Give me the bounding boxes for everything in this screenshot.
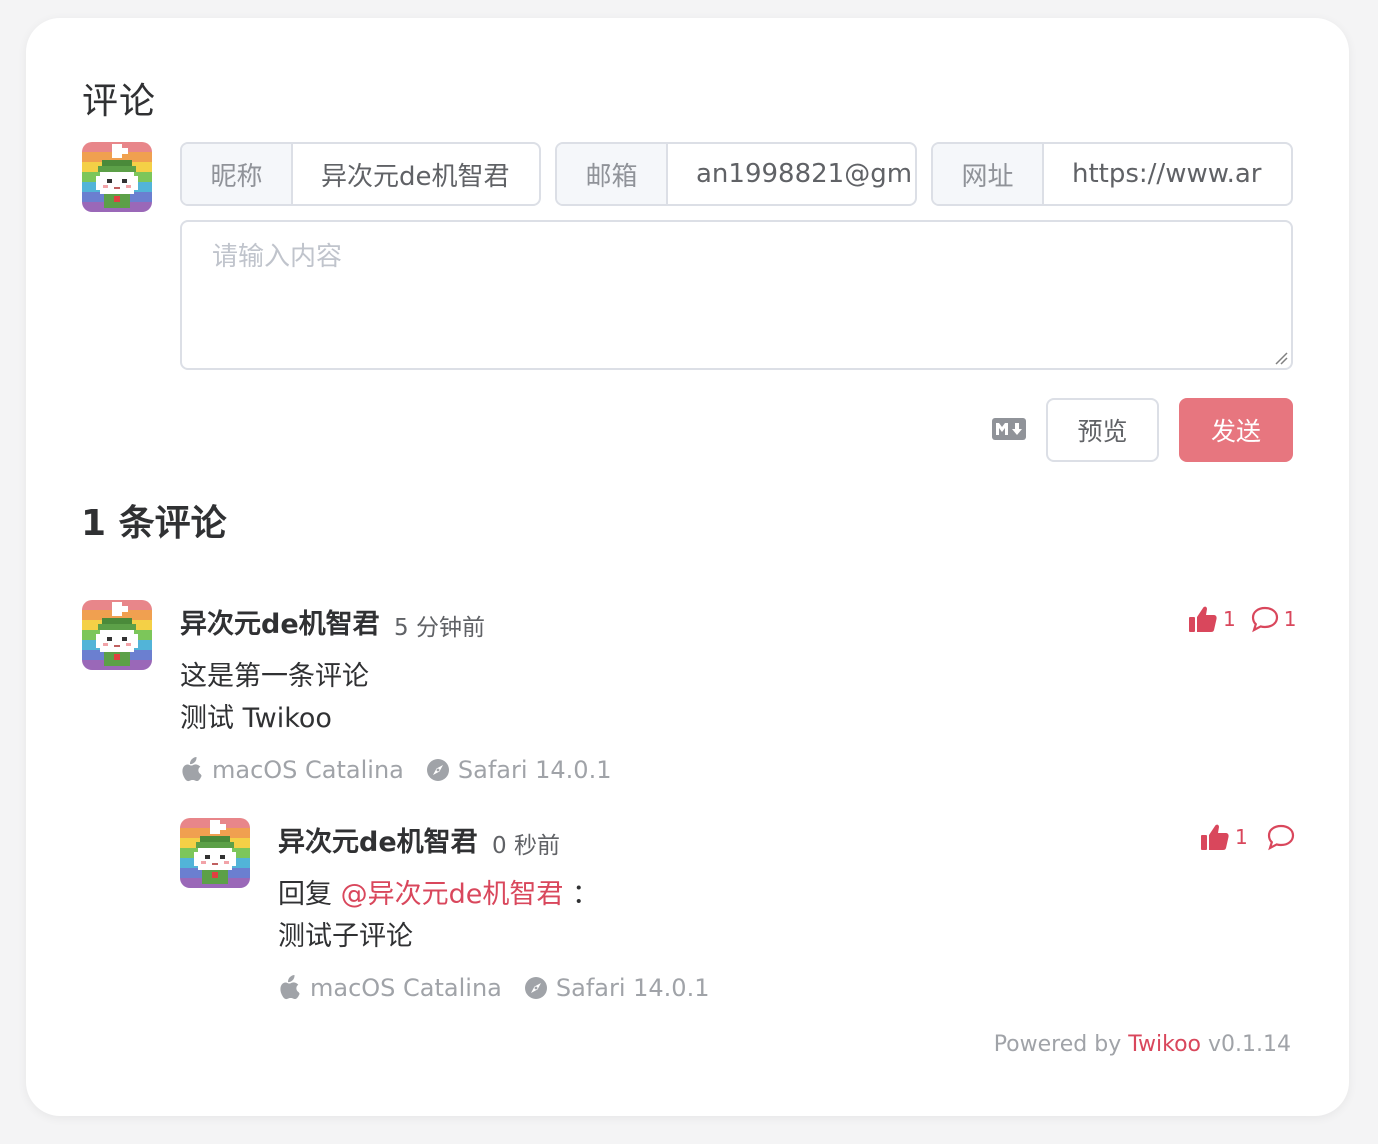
- comment-bubble-icon: [1251, 606, 1278, 633]
- comment-meta: macOS Catalina Safari 14.0.1: [180, 756, 611, 784]
- like-button[interactable]: 1: [1199, 822, 1248, 852]
- comment-form-title: 评论: [82, 81, 157, 122]
- thumbs-up-icon: [1189, 606, 1217, 632]
- link-label: 网址: [933, 144, 1044, 204]
- comment-os: macOS Catalina: [212, 756, 404, 784]
- reply-suffix: ：: [571, 879, 599, 910]
- comment-bubble-icon: [1267, 824, 1294, 851]
- reply-meta: macOS Catalina Safari 14.0.1: [278, 974, 709, 1002]
- mail-input[interactable]: an1998821@gm: [668, 144, 915, 204]
- avatar: [82, 142, 152, 212]
- comment-time: 5 分钟前: [394, 615, 485, 641]
- mail-input-group: 邮箱 an1998821@gm: [555, 142, 917, 206]
- safari-compass-icon: [426, 759, 449, 781]
- reply-browser: Safari 14.0.1: [555, 974, 710, 1002]
- thumbs-up-icon: [1201, 824, 1229, 850]
- comment-card: 评论 昵称 异次元de机智君 邮箱 an1998821@gm 网址 https:…: [26, 18, 1349, 1116]
- apple-icon: [280, 975, 300, 1000]
- nick-input[interactable]: 异次元de机智君: [293, 144, 539, 204]
- reply-button[interactable]: [1266, 823, 1296, 851]
- reply-nick[interactable]: 异次元de机智君: [278, 820, 478, 859]
- reply-time: 0 秒前: [492, 833, 560, 859]
- powered-by: Powered by Twikoo v0.1.14: [994, 1032, 1291, 1057]
- comment-count: 1 条评论: [81, 503, 227, 544]
- twikoo-version: v0.1.14: [1208, 1032, 1291, 1057]
- reply-count: 1: [1283, 607, 1297, 631]
- resize-grip-icon[interactable]: [1274, 351, 1288, 365]
- reply-actions: 1: [1199, 822, 1296, 852]
- link-input-group: 网址 https://www.ar: [931, 142, 1293, 206]
- nick-label: 昵称: [182, 144, 293, 204]
- reply-button[interactable]: 1: [1250, 605, 1297, 633]
- comment-nick[interactable]: 异次元de机智君: [180, 602, 380, 641]
- reply-content-line: 测试子评论: [278, 921, 413, 952]
- nick-input-group: 昵称 异次元de机智君: [180, 142, 541, 206]
- like-count: 1: [1223, 607, 1236, 631]
- mail-label: 邮箱: [557, 144, 668, 204]
- comment-content-line: 这是第一条评论: [180, 661, 369, 692]
- preview-button[interactable]: 预览: [1046, 398, 1159, 462]
- send-button[interactable]: 发送: [1179, 398, 1293, 462]
- reply-mention-link[interactable]: @异次元de机智君: [341, 879, 564, 910]
- textarea-placeholder: 请输入内容: [212, 242, 343, 272]
- comment-textarea[interactable]: 请输入内容: [180, 220, 1293, 370]
- comment-actions: 1 1: [1187, 604, 1296, 634]
- reply-content-line: 回复 @异次元de机智君 ：: [278, 874, 599, 916]
- comment-browser: Safari 14.0.1: [457, 756, 612, 784]
- markdown-icon[interactable]: [992, 418, 1026, 440]
- like-button[interactable]: 1: [1187, 604, 1236, 634]
- twikoo-link[interactable]: Twikoo: [1128, 1032, 1201, 1057]
- powered-prefix: Powered by: [993, 1032, 1122, 1057]
- reply-os: macOS Catalina: [310, 974, 502, 1002]
- apple-icon: [182, 757, 202, 782]
- link-input[interactable]: https://www.ar: [1044, 144, 1291, 204]
- avatar: [82, 600, 152, 670]
- safari-compass-icon: [524, 977, 547, 999]
- comment-content-line: 测试 Twikoo: [180, 703, 332, 734]
- avatar: [180, 818, 250, 888]
- like-count: 1: [1235, 825, 1248, 849]
- reply-prefix: 回复: [278, 879, 332, 910]
